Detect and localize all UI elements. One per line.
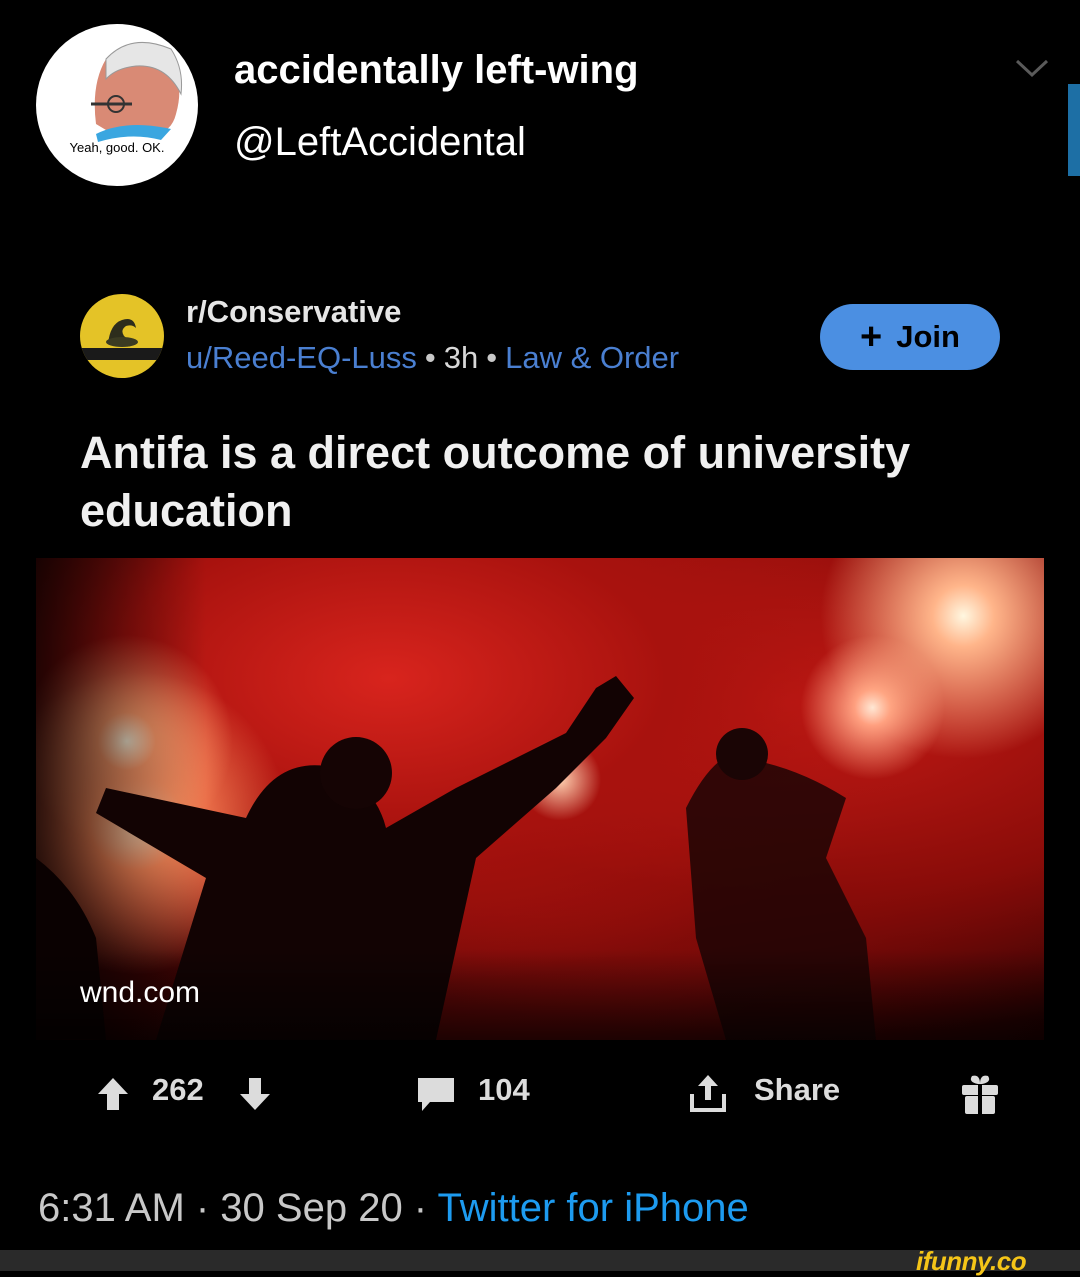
tweet-client[interactable]: Twitter for iPhone	[438, 1186, 749, 1230]
scroll-indicator	[1068, 84, 1080, 176]
upvote-arrow-icon[interactable]	[96, 1076, 130, 1112]
join-label: Join	[896, 319, 960, 354]
link-source[interactable]: wnd.com	[80, 976, 200, 1010]
post-author[interactable]: u/Reed-EQ-Luss	[186, 340, 417, 375]
subreddit-icon[interactable]	[80, 294, 164, 378]
avatar-caption: Yeah, good. OK.	[69, 140, 165, 155]
plus-icon: +	[860, 316, 883, 358]
share-icon[interactable]	[688, 1072, 728, 1114]
display-name[interactable]: accidentally left-wing	[234, 48, 639, 93]
comment-count: 104	[478, 1072, 530, 1107]
subreddit-name[interactable]: r/Conservative	[186, 294, 401, 330]
site-watermark: ifunny.co	[916, 1246, 1027, 1276]
subreddit-icon-ribbon	[80, 348, 164, 360]
chevron-down-icon[interactable]	[1014, 56, 1050, 80]
post-age: 3h	[443, 340, 479, 375]
tweet-timestamp[interactable]: 6:31 AM · 30 Sep 20 ·	[38, 1186, 438, 1230]
award-icon[interactable]	[960, 1072, 1000, 1116]
join-button[interactable]: + Join	[820, 304, 1000, 370]
post-image[interactable]: wnd.com	[36, 558, 1044, 1040]
meta-separator: •	[486, 340, 498, 375]
user-handle[interactable]: @LeftAccidental	[234, 120, 526, 165]
avatar[interactable]: Yeah, good. OK.	[36, 24, 198, 186]
gadsden-snake-icon	[106, 319, 138, 347]
post-title[interactable]: Antifa is a direct outcome of university…	[80, 424, 1040, 540]
meta-separator: •	[424, 340, 436, 375]
comment-icon[interactable]	[416, 1076, 456, 1114]
tweet-footer: 6:31 AM · 30 Sep 20 · Twitter for iPhone	[38, 1186, 749, 1231]
avatar-illustration	[91, 42, 182, 142]
share-label[interactable]: Share	[754, 1072, 840, 1108]
post-meta: u/Reed-EQ-Luss • 3h • Law & Order	[186, 340, 679, 376]
post-flair[interactable]: Law & Order	[505, 340, 679, 375]
upvote-count: 262	[152, 1072, 204, 1107]
downvote-arrow-icon[interactable]	[238, 1076, 272, 1112]
